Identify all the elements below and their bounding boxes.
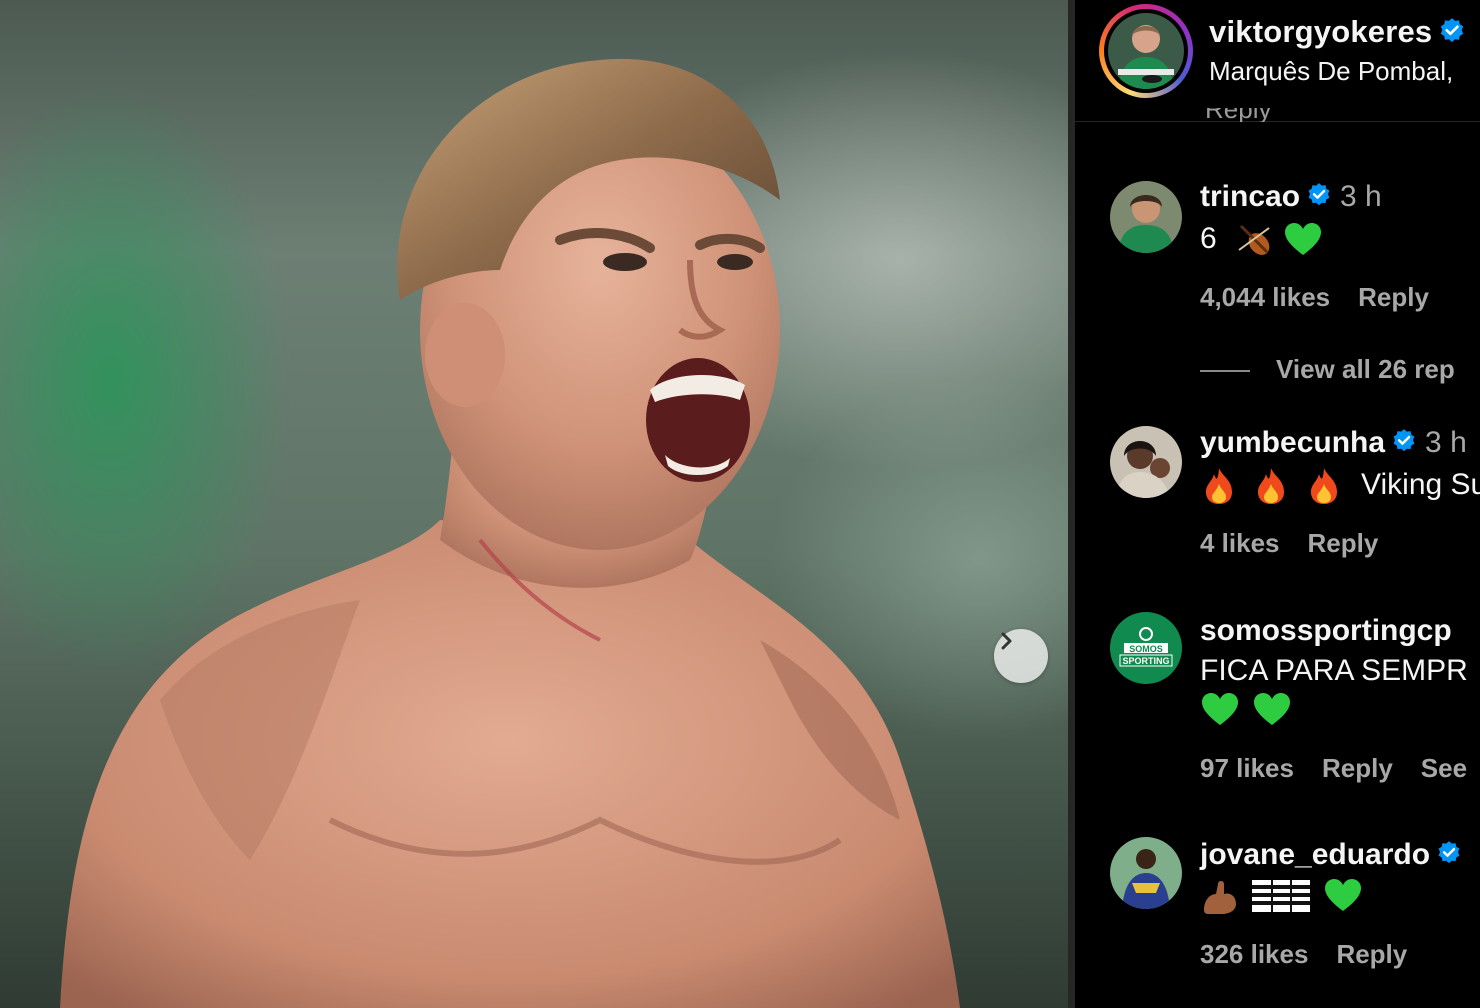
profile-photo-icon (1108, 13, 1184, 89)
view-replies-button[interactable]: View all 26 rep (1200, 354, 1455, 385)
comment-text-value: 6 (1200, 221, 1217, 255)
comment-likes[interactable]: 4,044 likes (1200, 282, 1330, 312)
comment-likes[interactable]: 4 likes (1200, 528, 1280, 558)
post-header: viktorgyokeres Marquês De Pombal, Reply (1075, 0, 1480, 122)
view-replies-text[interactable]: View all 26 rep (1276, 354, 1455, 384)
reply-button[interactable]: Reply (1336, 939, 1407, 969)
comment-likes[interactable]: 97 likes (1200, 753, 1294, 783)
comment-username[interactable]: jovane_eduardo (1200, 838, 1430, 871)
comment-text: Viking Su (1200, 466, 1480, 506)
owner-avatar[interactable] (1099, 4, 1193, 98)
comment-time[interactable]: 3 h (1425, 426, 1467, 459)
comment-avatar[interactable] (1110, 837, 1182, 909)
previous-comment-partial: Reply (1075, 108, 1480, 122)
fire-emoji (1310, 468, 1337, 504)
trincao-avatar-icon (1110, 181, 1182, 253)
violin-emoji (1238, 224, 1270, 255)
green-heart-emoji (1202, 693, 1238, 725)
comment-likes[interactable]: 326 likes (1200, 939, 1308, 969)
post-photo (0, 0, 1068, 1008)
comment-avatar[interactable]: SOMOS SPORTING (1110, 612, 1182, 684)
reply-button[interactable]: Reply (1322, 753, 1393, 783)
comment-text-emojis (1200, 690, 1292, 730)
comment-header: yumbecunha 3 h (1200, 426, 1467, 460)
comment-text-value: Viking Su (1361, 467, 1480, 501)
comment-text: 6 (1200, 220, 1323, 260)
comment-header: trincao 3 h (1200, 180, 1382, 214)
comment-username[interactable]: somossportingcp (1200, 614, 1452, 647)
verified-badge-icon (1308, 183, 1330, 206)
comment-actions: 4 likes Reply (1200, 528, 1406, 559)
green-heart-emoji (1254, 693, 1291, 725)
see-translation-button[interactable]: See (1421, 753, 1467, 783)
jovane-avatar-icon (1110, 837, 1182, 909)
sporting-logo-avatar-icon: SOMOS SPORTING (1110, 612, 1182, 684)
verified-badge-icon (1393, 429, 1415, 452)
comment-header: jovane_eduardo (1200, 838, 1462, 872)
comment-actions: 97 likes Reply See (1200, 753, 1480, 784)
previous-comment-text: Reply (1205, 108, 1271, 122)
yumbecunha-avatar-icon (1110, 426, 1182, 498)
comment-actions: 326 likes Reply (1200, 939, 1435, 970)
verified-badge-icon (1438, 841, 1460, 864)
green-heart-emoji (1285, 223, 1322, 255)
flexed-biceps-emoji (1204, 881, 1236, 914)
comment-username[interactable]: yumbecunha (1200, 426, 1385, 459)
player-photo-illustration (60, 58, 960, 1008)
comment-avatar[interactable] (1110, 181, 1182, 253)
avatar-logo-text-bottom: SPORTING (1122, 656, 1169, 666)
verified-badge-icon (1441, 17, 1464, 42)
green-heart-emoji (1324, 879, 1361, 911)
avatar-logo-text-top: SOMOS (1129, 644, 1163, 654)
comment-text-value: FICA PARA SEMPR (1200, 654, 1468, 687)
owner-username[interactable]: viktorgyokeres (1209, 14, 1466, 50)
comment-actions: 4,044 likes Reply (1200, 282, 1457, 313)
fire-emoji (1258, 468, 1285, 504)
next-photo-button[interactable] (994, 629, 1048, 683)
comment-text: FICA PARA SEMPR (1200, 654, 1468, 688)
comment-header: somossportingcp (1200, 614, 1452, 648)
replies-divider (1200, 370, 1250, 373)
reply-button[interactable]: Reply (1308, 528, 1379, 558)
reply-button[interactable]: Reply (1358, 282, 1429, 312)
post-location[interactable]: Marquês De Pombal, (1209, 56, 1453, 87)
comment-text (1200, 876, 1363, 916)
comments-panel: viktorgyokeres Marquês De Pombal, Reply … (1075, 0, 1480, 1008)
panel-divider (1068, 0, 1075, 1008)
comment-username[interactable]: trincao (1200, 180, 1300, 213)
comment-avatar[interactable] (1110, 426, 1182, 498)
owner-username-text[interactable]: viktorgyokeres (1209, 14, 1432, 49)
fire-emoji (1206, 468, 1232, 504)
chevron-right-icon (1001, 632, 1012, 650)
comment-time[interactable]: 3 h (1340, 180, 1382, 213)
flag-emoji (1252, 880, 1311, 912)
